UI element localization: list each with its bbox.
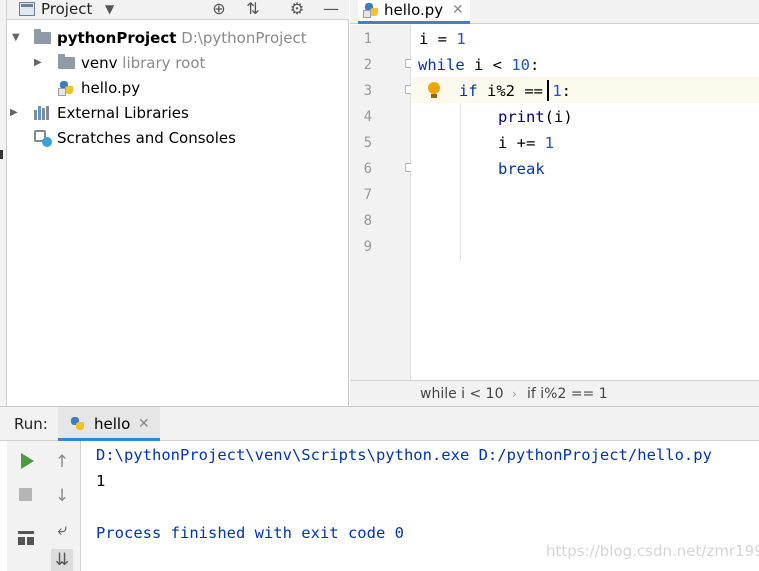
line-number: 2 bbox=[363, 57, 372, 73]
close-icon[interactable]: ✕ bbox=[452, 1, 464, 19]
code-line-5: i += 1 bbox=[498, 134, 555, 152]
code-line-4: print(i) bbox=[498, 108, 573, 126]
gear-icon[interactable]: ⚙ bbox=[287, 0, 307, 18]
soft-wrap-icon[interactable]: ⤶ bbox=[51, 519, 73, 541]
rerun-icon[interactable] bbox=[21, 453, 34, 469]
scratches-label: Scratches and Consoles bbox=[57, 129, 236, 147]
hide-icon[interactable]: — bbox=[321, 0, 341, 18]
left-tool-strip bbox=[0, 0, 7, 406]
breadcrumb: while i < 10 › if i%2 == 1 bbox=[350, 380, 759, 406]
run-tab-label: hello bbox=[94, 415, 131, 433]
watermark: https://blog.csdn.net/zmr1991 bbox=[546, 542, 759, 560]
line-number: 1 bbox=[363, 31, 372, 47]
tab-hello-py[interactable]: hello.py ✕ bbox=[358, 0, 470, 24]
strip-marker bbox=[0, 150, 3, 159]
stop-icon[interactable] bbox=[19, 488, 32, 501]
editor-gutter[interactable]: 1 2 3 4 5 6 7 8 9 bbox=[350, 25, 414, 380]
project-root-name: pythonProject bbox=[57, 29, 177, 47]
code-line-1: i = 1 bbox=[419, 30, 466, 48]
run-panel-label: Run: bbox=[14, 415, 48, 433]
console-line: Process finished with exit code 0 bbox=[96, 524, 404, 542]
console-line: 1 bbox=[96, 472, 106, 490]
text-caret bbox=[547, 80, 549, 101]
up-arrow-icon[interactable]: ↑ bbox=[51, 451, 73, 473]
folder-icon bbox=[34, 29, 51, 44]
tree-item-venv[interactable]: ▶ venv library root bbox=[7, 51, 349, 75]
external-libraries-label: External Libraries bbox=[57, 104, 189, 122]
collapse-arrow-icon[interactable]: ▶ bbox=[10, 101, 18, 125]
indent-guide bbox=[460, 103, 461, 261]
code-editor[interactable]: i = 1 while i < 10: if i%2 == 1: print(i… bbox=[411, 25, 759, 380]
line-number: 7 bbox=[363, 187, 372, 203]
tree-item-hello-py[interactable]: hello.py bbox=[7, 76, 349, 100]
tree-item-scratches[interactable]: Scratches and Consoles bbox=[7, 126, 349, 150]
project-panel-title[interactable]: Project bbox=[41, 0, 92, 18]
restore-layout-icon[interactable] bbox=[18, 531, 34, 545]
line-number: 8 bbox=[363, 213, 372, 229]
tab-label: hello.py bbox=[384, 1, 444, 19]
project-panel: Project ▼ ⊕ ⇅ ⚙ — ▼ pythonProject D:\pyt… bbox=[7, 0, 349, 406]
editor-tab-bar: hello.py ✕ bbox=[350, 0, 759, 24]
breadcrumb-separator-icon: › bbox=[512, 387, 517, 401]
chevron-down-icon[interactable]: ▼ bbox=[105, 1, 114, 17]
line-number: 4 bbox=[363, 109, 372, 125]
collapse-all-icon[interactable]: ⇅ bbox=[243, 0, 263, 18]
python-file-icon bbox=[58, 80, 75, 96]
intention-bulb-icon[interactable] bbox=[428, 82, 440, 99]
project-panel-header: Project ▼ ⊕ ⇅ ⚙ — bbox=[7, 0, 349, 20]
project-window-icon bbox=[19, 2, 35, 16]
breadcrumb-item-while[interactable]: while i < 10 bbox=[420, 381, 504, 407]
project-root-path: D:\pythonProject bbox=[181, 29, 307, 47]
library-icon bbox=[34, 106, 51, 120]
tree-item-project-root[interactable]: ▼ pythonProject D:\pythonProject bbox=[7, 26, 349, 50]
venv-hint: library root bbox=[122, 54, 206, 72]
line-number: 9 bbox=[363, 239, 372, 255]
expand-arrow-icon[interactable]: ▼ bbox=[12, 26, 20, 50]
run-toolbar: ↑ ↓ ⤶ ⇊ bbox=[7, 441, 81, 571]
scroll-to-end-icon[interactable]: ⇊ bbox=[51, 549, 73, 571]
tab-run-hello[interactable]: hello ✕ bbox=[58, 407, 160, 441]
collapse-arrow-icon[interactable]: ▶ bbox=[34, 51, 42, 75]
close-icon[interactable]: ✕ bbox=[138, 407, 150, 441]
code-line-3: if i%2 == 1: bbox=[459, 82, 572, 100]
console-line: D:\pythonProject\venv\Scripts\python.exe… bbox=[96, 446, 712, 464]
venv-name: venv bbox=[81, 54, 118, 72]
run-panel-header: Run: hello ✕ bbox=[0, 406, 759, 441]
python-file-icon bbox=[363, 2, 380, 18]
file-name: hello.py bbox=[81, 79, 141, 97]
code-line-2: while i < 10: bbox=[418, 56, 540, 74]
line-number: 5 bbox=[363, 135, 372, 151]
breadcrumb-item-if[interactable]: if i%2 == 1 bbox=[527, 381, 608, 407]
python-run-icon bbox=[70, 416, 86, 432]
down-arrow-icon[interactable]: ↓ bbox=[51, 485, 73, 507]
line-number: 6 bbox=[363, 161, 372, 177]
locate-icon[interactable]: ⊕ bbox=[209, 0, 229, 18]
line-number: 3 bbox=[363, 83, 372, 99]
code-line-6: break bbox=[498, 160, 545, 178]
scratches-icon bbox=[34, 130, 52, 147]
tree-item-external-libraries[interactable]: ▶ External Libraries bbox=[7, 101, 349, 125]
folder-icon bbox=[58, 54, 75, 69]
